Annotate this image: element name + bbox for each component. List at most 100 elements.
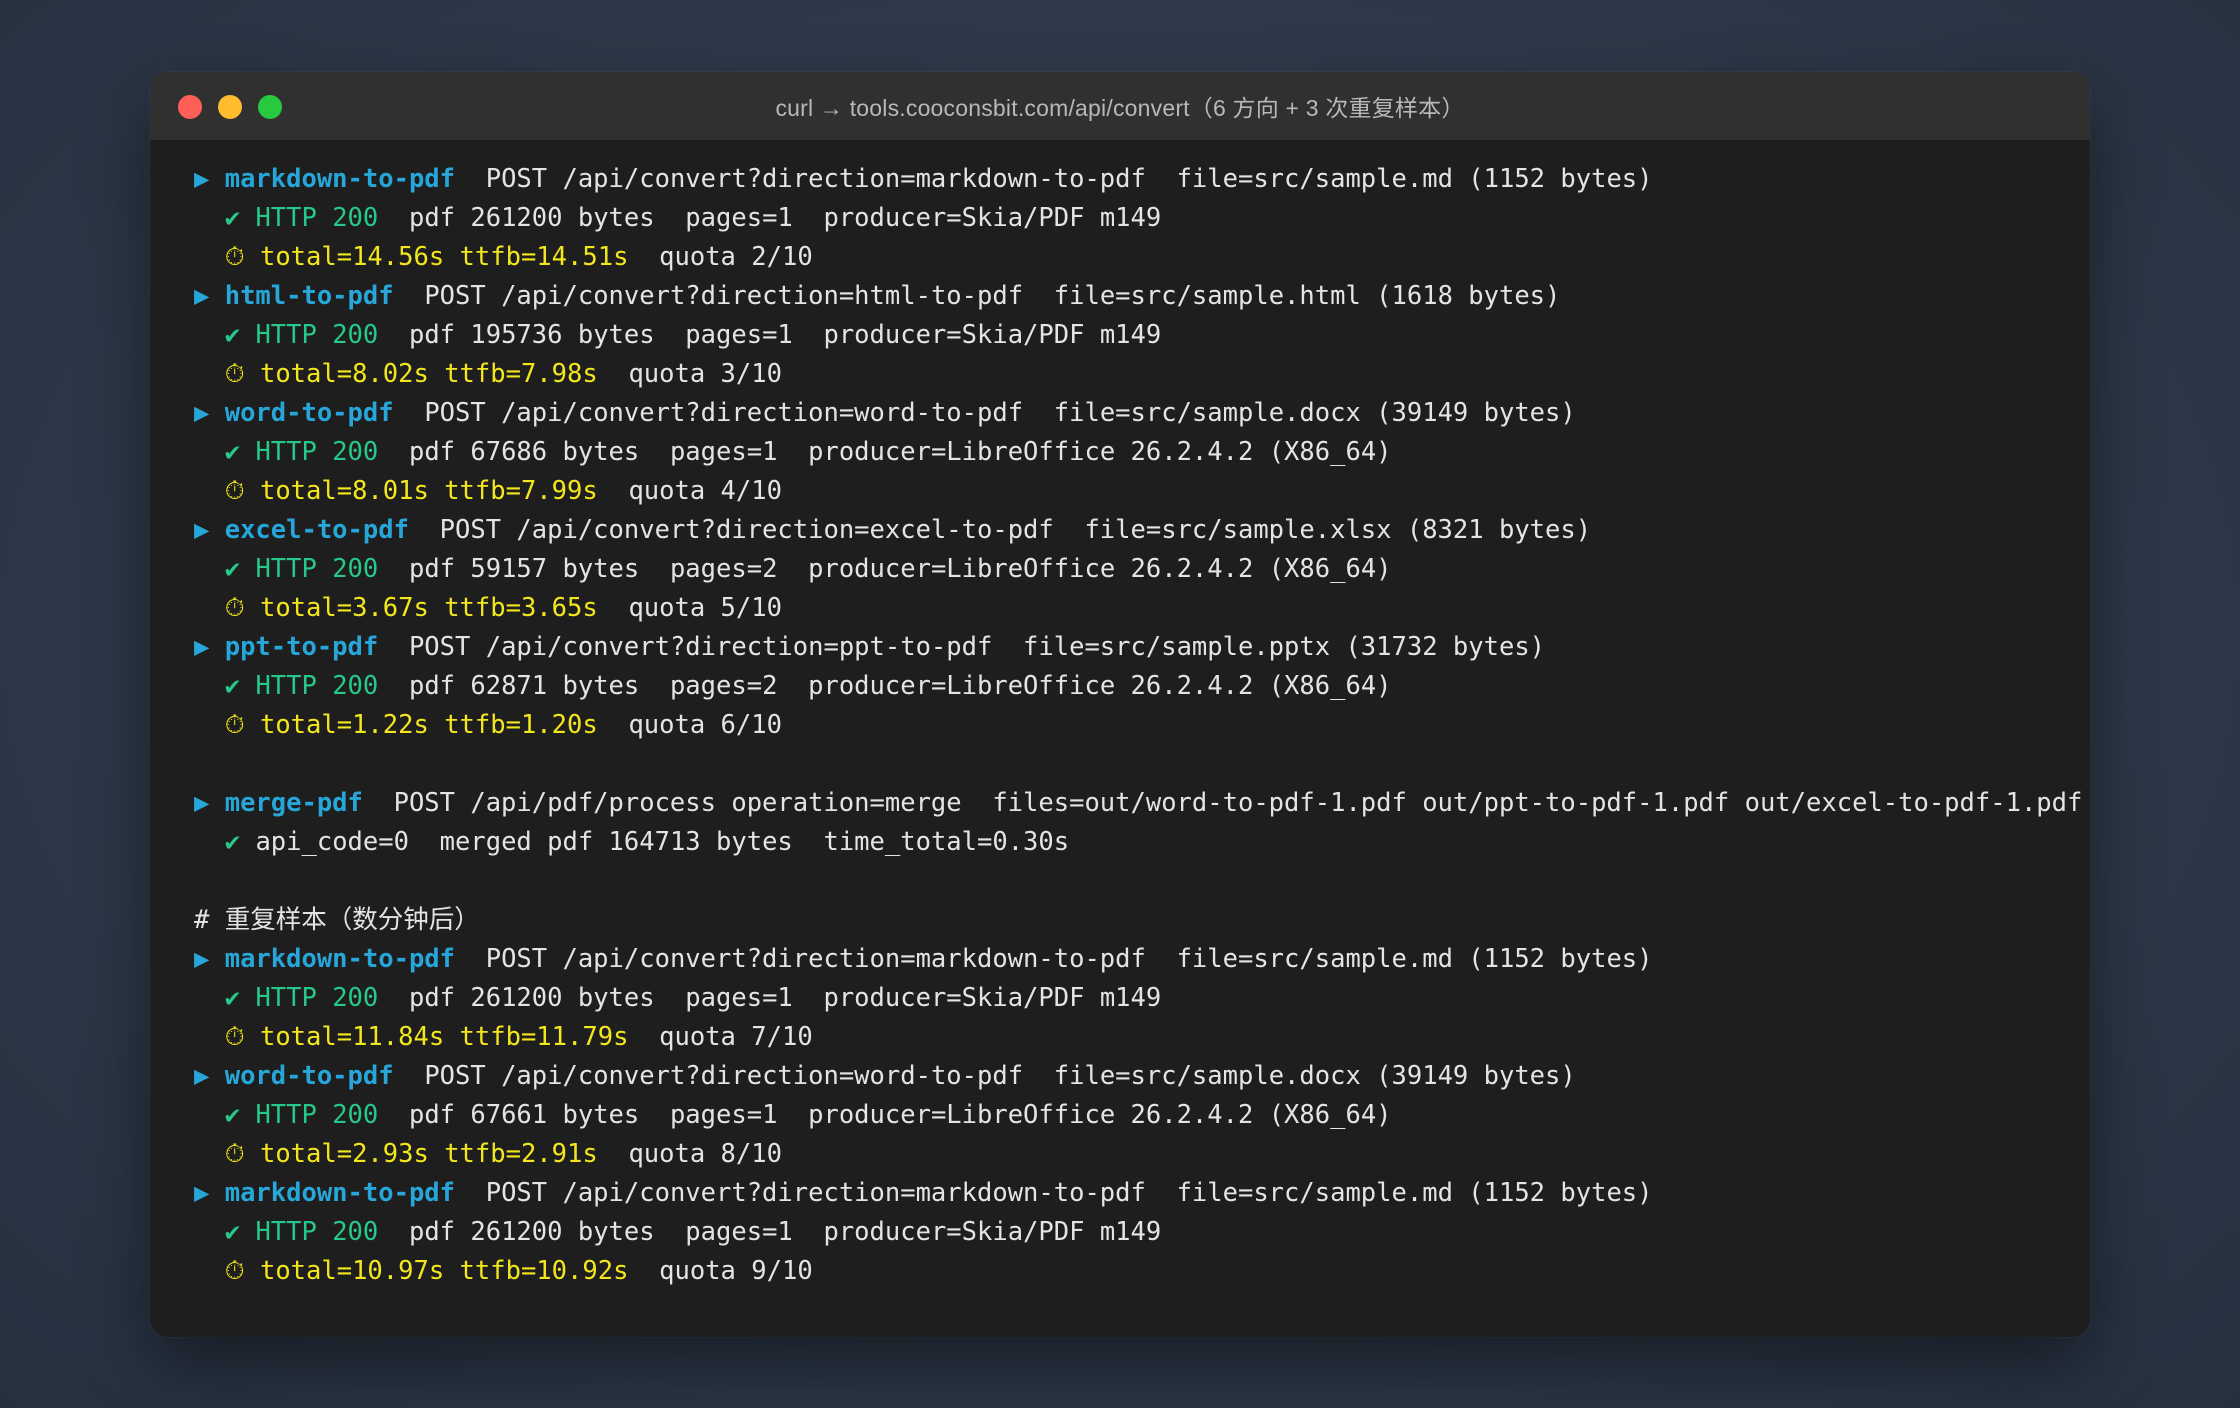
quota-text: quota 2/10 — [628, 242, 813, 272]
window-controls — [178, 95, 282, 119]
request-line: ▶ word-to-pdf POST /api/convert?directio… — [194, 394, 2090, 433]
clock-icon: ⏱ — [224, 710, 245, 740]
status-line: ✔ HTTP 200 pdf 62871 bytes pages=2 produ… — [194, 667, 2090, 706]
timing-line: ⏱ total=1.22s ttfb=1.20s quota 6/10 — [194, 706, 2090, 745]
http-status: HTTP 200 — [255, 437, 379, 467]
request-text: POST /api/convert?direction=html-to-pdf … — [393, 281, 1561, 311]
clock-icon: ⏱ — [224, 593, 245, 623]
timing-text: total=10.97s ttfb=10.92s — [259, 1256, 629, 1286]
status-line: ✔ HTTP 200 pdf 261200 bytes pages=1 prod… — [194, 979, 2090, 1018]
http-status: HTTP 200 — [255, 554, 379, 584]
terminal-window: curl → tools.cooconsbit.com/api/convert（… — [150, 72, 2090, 1337]
merge-request-line: ▶ merge-pdf POST /api/pdf/process operat… — [194, 784, 2090, 823]
minimize-button[interactable] — [218, 95, 242, 119]
timing-line: ⏱ total=2.93s ttfb=2.91s quota 8/10 — [194, 1135, 2090, 1174]
request-text: POST /api/convert?direction=ppt-to-pdf f… — [378, 632, 1546, 662]
result-text: pdf 261200 bytes pages=1 producer=Skia/P… — [378, 1217, 1162, 1247]
request-text: POST /api/convert?direction=markdown-to-… — [455, 1178, 1653, 1208]
timing-text: total=14.56s ttfb=14.51s — [259, 242, 629, 272]
http-status: HTTP 200 — [255, 1100, 379, 1130]
timing-text: total=1.22s ttfb=1.20s — [259, 710, 598, 740]
close-button[interactable] — [178, 95, 202, 119]
timing-text: total=11.84s ttfb=11.79s — [259, 1022, 629, 1052]
direction-name: html-to-pdf — [224, 281, 394, 311]
terminal-output[interactable]: ▶ markdown-to-pdf POST /api/convert?dire… — [150, 140, 2090, 1291]
status-line: ✔ HTTP 200 pdf 195736 bytes pages=1 prod… — [194, 316, 2090, 355]
status-line: ✔ HTTP 200 pdf 67686 bytes pages=1 produ… — [194, 433, 2090, 472]
quota-text: quota 3/10 — [597, 359, 782, 389]
clock-icon: ⏱ — [224, 359, 245, 389]
check-icon: ✔ — [224, 437, 241, 467]
timing-text: total=8.01s ttfb=7.99s — [259, 476, 598, 506]
run-arrow-icon: ▶ — [194, 788, 210, 818]
quota-text: quota 8/10 — [597, 1139, 782, 1169]
result-text: pdf 261200 bytes pages=1 producer=Skia/P… — [378, 203, 1162, 233]
direction-name: ppt-to-pdf — [224, 632, 379, 662]
request-text: POST /api/convert?direction=markdown-to-… — [455, 944, 1653, 974]
http-status: HTTP 200 — [255, 203, 379, 233]
check-icon: ✔ — [224, 1100, 241, 1130]
merge-result-line: ✔ api_code=0 merged pdf 164713 bytes tim… — [194, 823, 2090, 862]
direction-name: markdown-to-pdf — [224, 164, 456, 194]
run-arrow-icon: ▶ — [194, 398, 210, 428]
timing-line: ⏱ total=11.84s ttfb=11.79s quota 7/10 — [194, 1018, 2090, 1057]
merge-name: merge-pdf — [224, 788, 363, 818]
clock-icon: ⏱ — [224, 1139, 245, 1169]
timing-line: ⏱ total=14.56s ttfb=14.51s quota 2/10 — [194, 238, 2090, 277]
timing-text: total=3.67s ttfb=3.65s — [259, 593, 598, 623]
direction-name: excel-to-pdf — [224, 515, 409, 545]
check-icon: ✔ — [224, 554, 241, 584]
request-text: POST /api/convert?direction=word-to-pdf … — [393, 398, 1576, 428]
direction-name: word-to-pdf — [224, 1061, 394, 1091]
direction-name: markdown-to-pdf — [224, 944, 456, 974]
http-status: HTTP 200 — [255, 320, 379, 350]
http-status: HTTP 200 — [255, 671, 379, 701]
clock-icon: ⏱ — [224, 476, 245, 506]
result-text: pdf 59157 bytes pages=2 producer=LibreOf… — [378, 554, 1392, 584]
merge-result-text: api_code=0 merged pdf 164713 bytes time_… — [255, 827, 1070, 857]
status-line: ✔ HTTP 200 pdf 261200 bytes pages=1 prod… — [194, 1213, 2090, 1252]
clock-icon: ⏱ — [224, 242, 245, 272]
check-icon: ✔ — [224, 203, 241, 233]
check-icon: ✔ — [224, 671, 241, 701]
request-line: ▶ word-to-pdf POST /api/convert?directio… — [194, 1057, 2090, 1096]
run-arrow-icon: ▶ — [194, 515, 210, 545]
result-text: pdf 261200 bytes pages=1 producer=Skia/P… — [378, 983, 1162, 1013]
quota-text: quota 9/10 — [628, 1256, 813, 1286]
http-status: HTTP 200 — [255, 1217, 379, 1247]
request-text: POST /api/convert?direction=word-to-pdf … — [393, 1061, 1576, 1091]
run-arrow-icon: ▶ — [194, 1061, 210, 1091]
check-icon: ✔ — [224, 983, 241, 1013]
request-text: POST /api/convert?direction=excel-to-pdf… — [408, 515, 1592, 545]
zoom-button[interactable] — [258, 95, 282, 119]
timing-line: ⏱ total=8.01s ttfb=7.99s quota 4/10 — [194, 472, 2090, 511]
run-arrow-icon: ▶ — [194, 281, 210, 311]
